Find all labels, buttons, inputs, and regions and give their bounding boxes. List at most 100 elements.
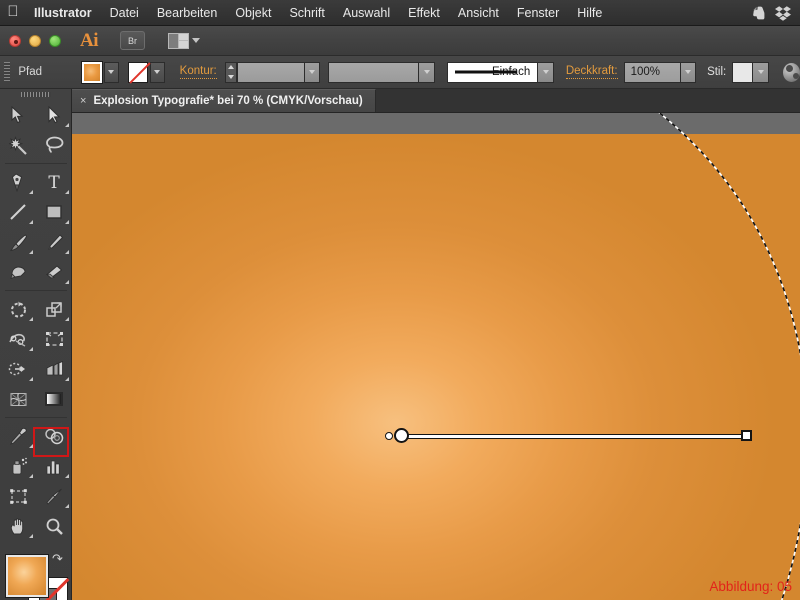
menu-item-ansicht[interactable]: Ansicht [449,0,508,26]
tools-divider [5,290,67,291]
chevron-down-icon [154,70,161,74]
chevron-down-icon [542,70,549,74]
tools-panel: T ↷ [0,89,72,600]
fill-dropdown-button[interactable] [104,61,119,83]
stroke-weight-label[interactable]: Kontur: [179,65,217,79]
stroke-weight-field[interactable] [236,61,305,83]
macos-menubar:  Illustrator Datei Bearbeiten Objekt Sc… [0,0,800,26]
selection-type-label: Pfad [18,66,43,78]
document-canvas[interactable]: Abbildung: 05 [72,113,800,600]
fill-color-swatch[interactable] [80,60,104,84]
style-label: Stil: [707,66,727,78]
menu-item-illustrator[interactable]: Illustrator [26,0,101,26]
window-minimize-button[interactable] [29,34,41,47]
tools-grid-group-2: T [0,167,72,287]
window-zoom-button[interactable] [49,34,61,47]
toolbar-fill-swatch[interactable] [5,554,49,598]
menu-item-schrift[interactable]: Schrift [280,0,333,26]
close-icon[interactable]: × [80,95,86,107]
menu-item-datei[interactable]: Datei [101,0,148,26]
stroke-weight-dropdown[interactable] [304,61,321,83]
swap-fill-stroke-icon[interactable]: ↷ [52,551,63,567]
fill-stroke-controls: ↷ [5,551,68,600]
tools-grid-group-1 [0,100,72,160]
shape-builder-tool[interactable] [0,354,36,384]
evernote-icon[interactable] [752,5,768,21]
stroke-weight-stepper[interactable] [224,61,237,83]
eyedropper-tool[interactable] [0,421,36,451]
free-transform-tool[interactable] [36,324,72,354]
gradient-annotator-bar[interactable] [396,434,748,439]
control-bar-grip[interactable] [4,62,11,82]
radial-origin-dot[interactable] [385,432,393,440]
document-tabbar: × Explosion Typografie* bei 70 % (CMYK/V… [72,89,800,113]
brush-stroke-preview [454,70,517,74]
graphic-style-dropdown[interactable] [753,61,769,83]
gradient-end-stop[interactable] [741,430,752,441]
type-tool[interactable]: T [36,167,72,197]
opacity-label[interactable]: Deckkraft: [565,65,618,79]
width-tool[interactable] [0,324,36,354]
tools-grid-group-3 [0,294,72,414]
stroke-color-swatch[interactable] [127,61,148,83]
gradient-tool[interactable] [36,384,72,414]
scale-tool[interactable] [36,294,72,324]
opacity-dropdown[interactable] [680,61,697,83]
mesh-tool[interactable] [0,384,36,414]
gradient-start-stop[interactable] [394,428,409,443]
blob-brush-tool[interactable] [0,257,36,287]
menu-item-hilfe[interactable]: Hilfe [568,0,611,26]
selection-tool[interactable] [0,100,36,130]
blend-tool[interactable] [36,421,72,451]
eraser-tool[interactable] [36,257,72,287]
control-options-bar: Pfad Kontur: Einfach Deckkraft: 100% Sti… [0,56,800,89]
zoom-tool[interactable] [36,511,72,541]
pen-tool[interactable] [0,167,36,197]
brush-definition-field[interactable]: Einfach [446,61,539,83]
window-close-button[interactable] [9,34,21,47]
chevron-down-icon [192,38,200,43]
window-controls [0,34,61,47]
slice-tool[interactable] [36,481,72,511]
line-segment-tool[interactable] [0,197,36,227]
symbol-sprayer-tool[interactable] [0,451,36,481]
artboard[interactable] [72,134,800,600]
hand-tool[interactable] [0,511,36,541]
chevron-down-icon [108,70,115,74]
chevron-down-icon [684,70,691,74]
direct-selection-tool[interactable] [36,100,72,130]
menu-item-fenster[interactable]: Fenster [508,0,568,26]
paintbrush-tool[interactable] [0,227,36,257]
stroke-profile-field[interactable] [328,61,420,83]
document-tab-title: Explosion Typografie* bei 70 % (CMYK/Vor… [93,95,363,107]
menu-item-objekt[interactable]: Objekt [226,0,280,26]
chevron-down-icon [757,70,764,74]
menu-item-effekt[interactable]: Effekt [399,0,449,26]
lasso-tool[interactable] [36,130,72,160]
gradient-annotator[interactable] [385,426,756,446]
menu-item-auswahl[interactable]: Auswahl [334,0,399,26]
brush-definition-dropdown[interactable] [538,61,554,83]
column-graph-tool[interactable] [36,451,72,481]
pencil-tool[interactable] [36,227,72,257]
illustrator-logo: Ai [80,29,99,51]
dropbox-icon[interactable] [775,5,791,21]
rectangle-tool[interactable] [36,197,72,227]
arrange-documents-button[interactable] [168,32,200,49]
stroke-profile-dropdown[interactable] [419,61,435,83]
menu-item-bearbeiten[interactable]: Bearbeiten [148,0,226,26]
graphic-style-swatch[interactable] [732,61,754,83]
chevron-down-icon [423,70,430,74]
bridge-button[interactable]: Br [120,31,145,50]
apple-logo-icon[interactable]:  [0,4,26,21]
perspective-grid-tool[interactable] [36,354,72,384]
tools-grid-group-4 [0,421,72,541]
appearance-icon[interactable] [782,62,800,82]
stroke-dropdown-button[interactable] [149,61,165,83]
tools-panel-grip[interactable] [0,89,71,100]
document-tab[interactable]: × Explosion Typografie* bei 70 % (CMYK/V… [72,89,376,112]
artboard-tool[interactable] [0,481,36,511]
rotate-tool[interactable] [0,294,36,324]
magic-wand-tool[interactable] [0,130,36,160]
opacity-value-field[interactable]: 100% [623,61,681,83]
